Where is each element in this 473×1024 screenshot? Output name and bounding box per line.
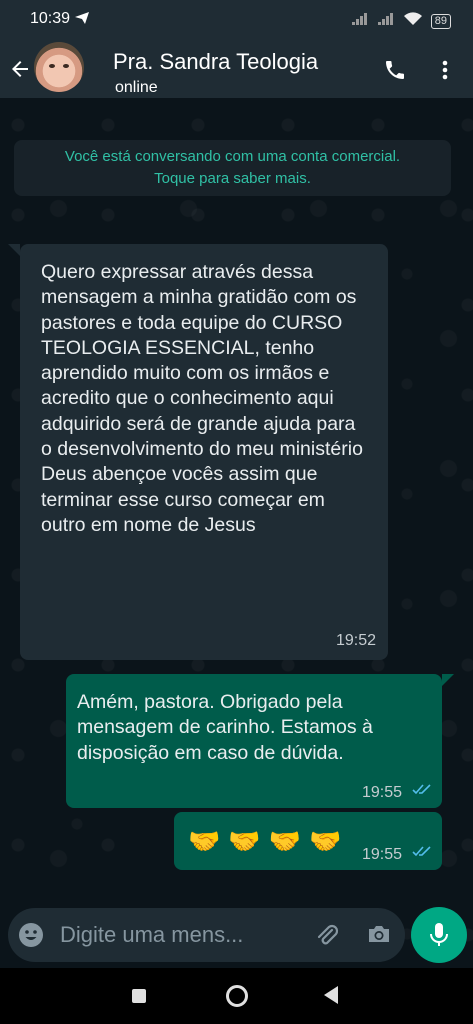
nav-recents-icon[interactable] (132, 989, 146, 1003)
avatar[interactable] (34, 42, 84, 92)
message-time: 19:52 (335, 632, 376, 649)
nav-home-icon[interactable] (226, 985, 248, 1007)
back-arrow-icon[interactable] (8, 57, 32, 86)
message-time: 19:55 (361, 784, 402, 801)
message-time: 19:55 (361, 846, 402, 863)
chat-header[interactable]: Pra. Sandra Teologia online (0, 40, 473, 98)
status-icons: 89 (351, 11, 451, 31)
battery-icon: 89 (430, 13, 451, 29)
handshake-emoji: 🤝 (268, 826, 302, 856)
phone-icon[interactable] (383, 58, 407, 87)
status-bar: 10:39 89 (0, 0, 473, 40)
mic-button[interactable] (411, 907, 467, 963)
contact-status: online (115, 79, 158, 96)
send-icon (74, 11, 90, 30)
read-ticks-icon (412, 844, 432, 862)
message-text: Amém, pastora. Obrigado pela mensagem de… (77, 691, 373, 764)
emoji-row: 🤝 🤝 🤝 🤝 (188, 826, 342, 856)
chat-area[interactable]: Você está conversando com uma conta come… (0, 98, 473, 968)
status-time: 10:39 (30, 10, 71, 27)
message-composer[interactable] (8, 908, 405, 962)
signal-icon (377, 12, 395, 31)
outgoing-message[interactable]: 🤝 🤝 🤝 🤝 19:55 (174, 812, 442, 870)
camera-icon[interactable] (366, 922, 392, 951)
handshake-emoji: 🤝 (309, 826, 342, 856)
business-notice-line2: Toque para saber mais. (154, 170, 311, 187)
more-vert-icon[interactable] (440, 58, 450, 87)
smiley-icon[interactable] (18, 922, 44, 953)
nav-back-icon[interactable] (324, 986, 338, 1004)
paperclip-icon[interactable] (314, 922, 340, 953)
contact-name[interactable]: Pra. Sandra Teologia (113, 49, 318, 75)
incoming-message[interactable]: Quero expressar através dessa mensagem a… (8, 244, 388, 660)
message-text: Quero expressar através dessa mensagem a… (41, 261, 363, 536)
system-nav-bar (0, 968, 473, 1024)
signal-icon (351, 12, 369, 31)
message-input[interactable] (58, 919, 302, 951)
outgoing-message[interactable]: Amém, pastora. Obrigado pela mensagem de… (66, 674, 454, 808)
business-account-notice[interactable]: Você está conversando com uma conta come… (14, 140, 451, 196)
mic-icon (430, 923, 448, 946)
handshake-emoji: 🤝 (188, 826, 221, 856)
business-notice-line1: Você está conversando com uma conta come… (64, 148, 401, 165)
handshake-emoji: 🤝 (228, 826, 261, 856)
read-ticks-icon (412, 782, 432, 800)
wifi-icon (403, 11, 423, 31)
